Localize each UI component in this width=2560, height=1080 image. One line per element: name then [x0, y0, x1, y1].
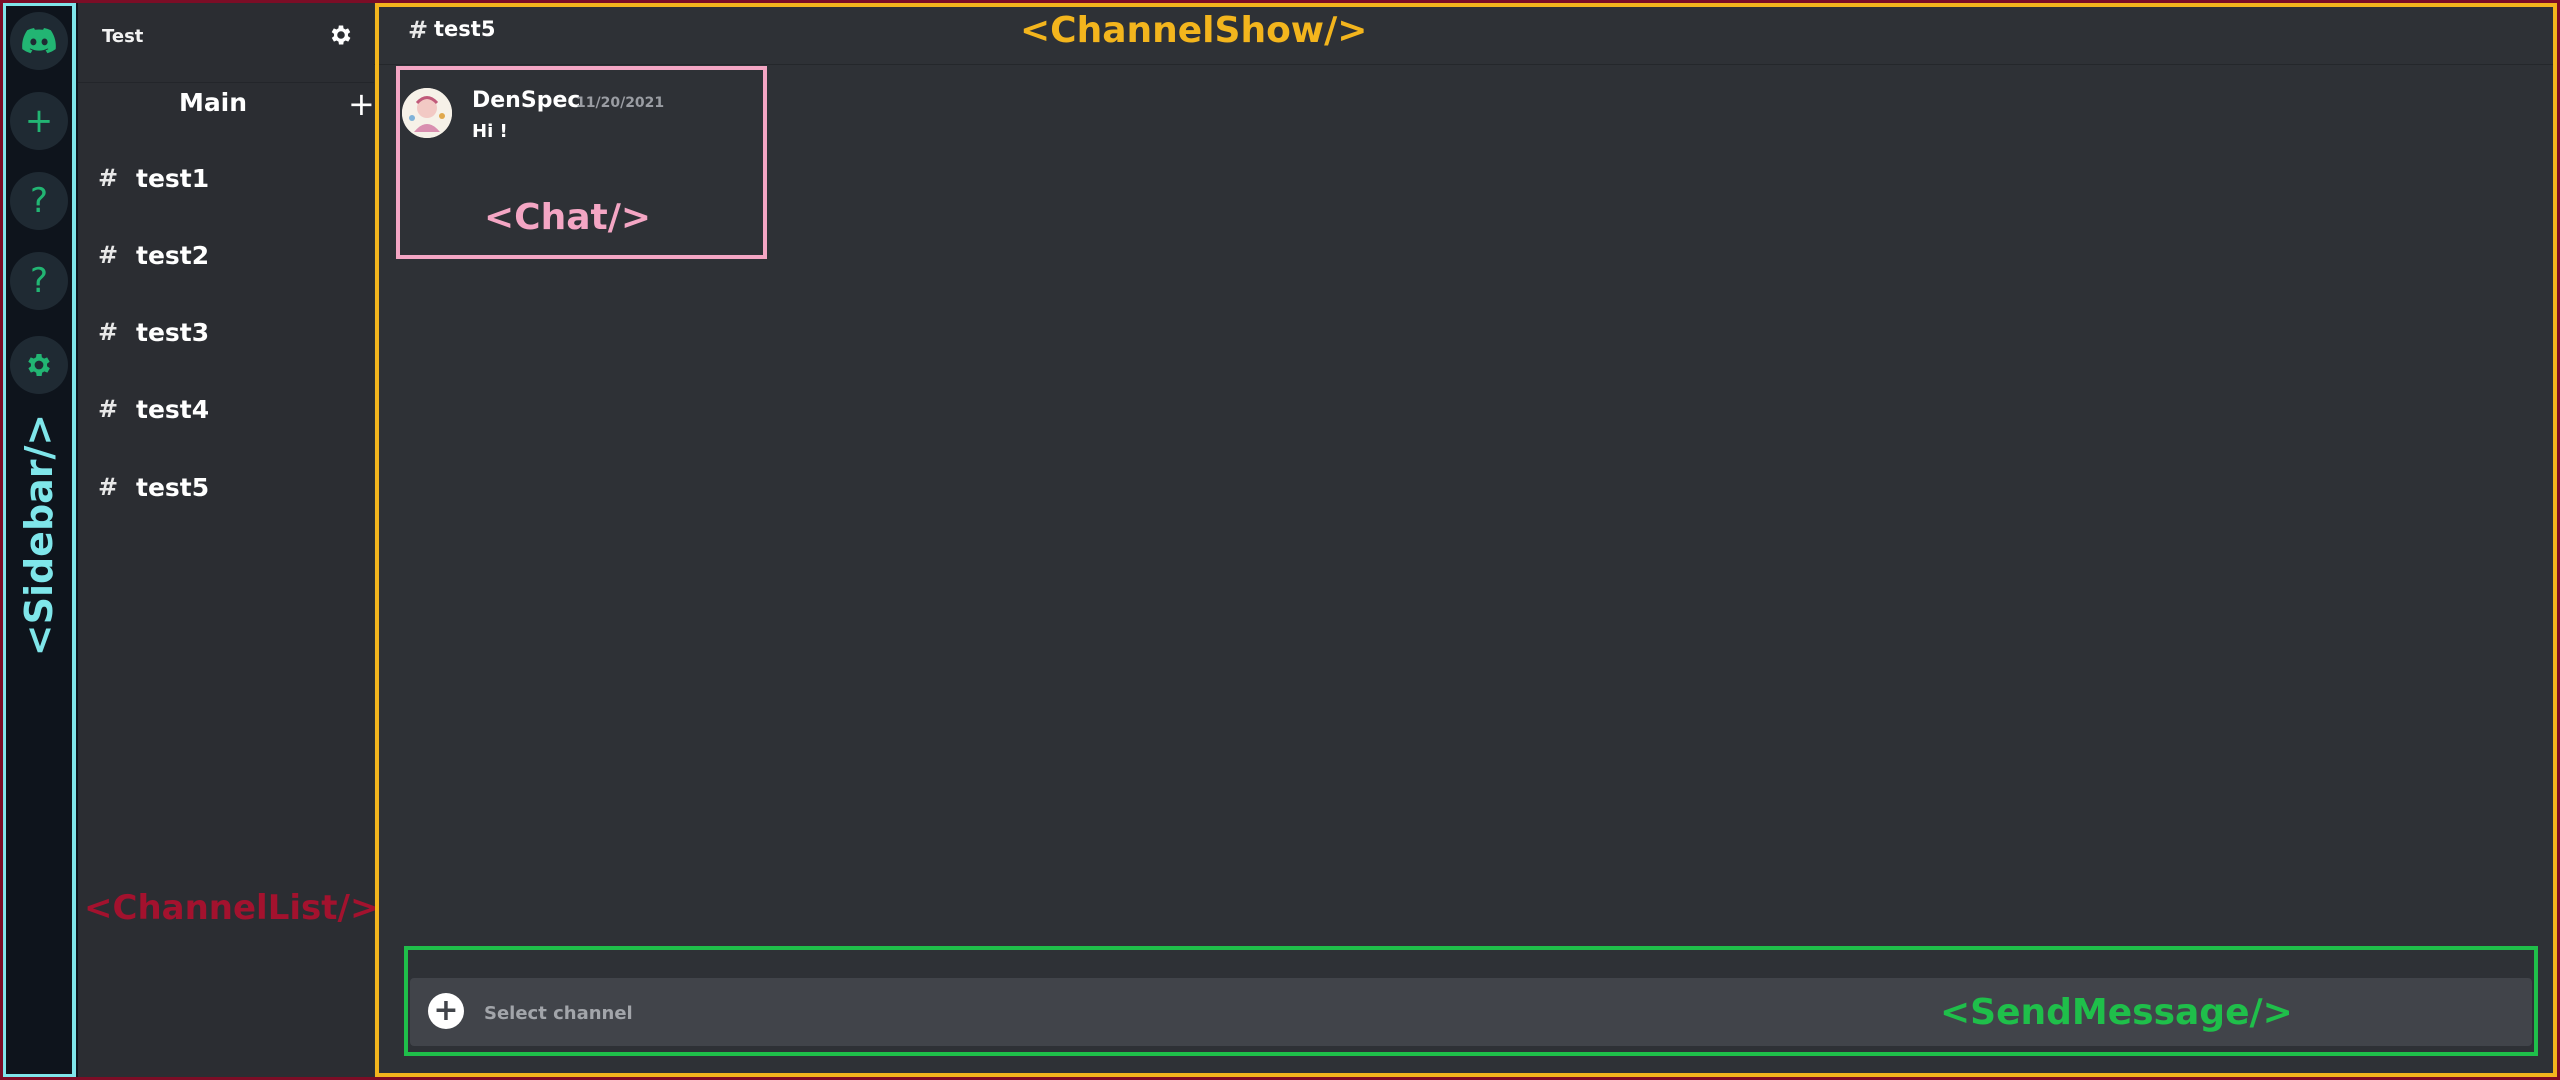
channel-header: # test5	[374, 0, 2560, 65]
channelshow-annotation-frame	[375, 3, 2557, 1077]
hash-icon: #	[98, 318, 119, 346]
channelshow-annotation-label: <ChannelShow/>	[1020, 10, 1368, 51]
channellist-annotation-frame	[0, 0, 2560, 1080]
server-name: Test	[102, 26, 144, 47]
channel-name: test3	[136, 317, 210, 347]
avatar[interactable]	[402, 88, 452, 138]
server-sidebar: + ? ? <Sidebar/>	[0, 0, 78, 1080]
message-timestamp: 11/20/2021	[576, 95, 665, 111]
question-icon: ?	[29, 181, 49, 221]
channel-item-test1[interactable]: # test1	[98, 156, 358, 200]
hash-icon: #	[98, 395, 119, 423]
message-input[interactable]	[482, 988, 2186, 1038]
hash-icon: #	[98, 164, 119, 192]
channel-name: test4	[136, 394, 210, 424]
message-author[interactable]: DenSpec	[472, 88, 580, 113]
category-title: Main	[178, 88, 248, 117]
channel-item-test3[interactable]: # test3	[98, 310, 358, 354]
avatar-image	[402, 88, 452, 138]
message-text: Hi !	[472, 121, 508, 142]
add-channel-button[interactable]: +	[348, 86, 375, 122]
attach-button[interactable]: +	[428, 993, 464, 1029]
user-settings-button[interactable]	[10, 336, 68, 394]
channel-list: Test Main + # test1 # test2 # test3 # te…	[78, 0, 378, 1080]
plus-icon: +	[24, 101, 54, 141]
server-settings-button[interactable]	[328, 22, 356, 50]
channel-item-test2[interactable]: # test2	[98, 233, 358, 277]
gear-icon	[331, 25, 351, 45]
hash-icon: #	[98, 241, 119, 269]
channel-name: test2	[136, 240, 210, 270]
hash-icon: #	[98, 473, 119, 501]
server-header: Test	[78, 0, 374, 83]
channel-item-test4[interactable]: # test4	[98, 387, 358, 431]
sidebar-annotation-label: <Sidebar/>	[17, 413, 61, 657]
gear-icon	[28, 354, 50, 376]
discord-logo-icon	[22, 28, 56, 54]
home-button[interactable]	[10, 12, 68, 70]
channel-item-test5[interactable]: # test5	[98, 465, 358, 509]
chat-annotation-label: <Chat/>	[484, 197, 652, 238]
help-server-button[interactable]: ?	[10, 172, 68, 230]
channel-name: test5	[136, 472, 210, 502]
help-server-button-2[interactable]: ?	[10, 252, 68, 310]
channel-name: test1	[136, 163, 210, 193]
add-server-button[interactable]: +	[10, 92, 68, 150]
sendmessage-annotation-label: <SendMessage/>	[1940, 992, 2293, 1033]
question-icon: ?	[29, 261, 49, 301]
hash-icon: #	[408, 16, 429, 44]
channellist-annotation-label: <ChannelList/>	[84, 888, 379, 928]
channel-title: test5	[434, 17, 496, 41]
